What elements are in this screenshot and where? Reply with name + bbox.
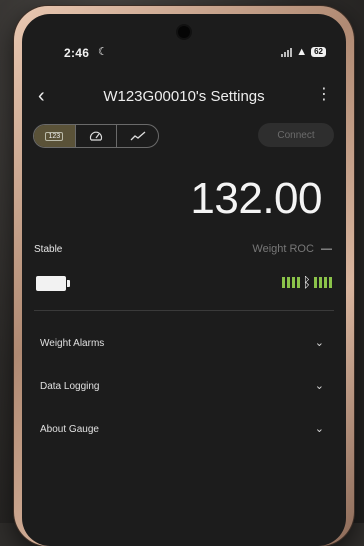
- gauge-icon: [89, 131, 103, 141]
- connection-indicator: ᛒ: [281, 274, 332, 290]
- back-icon[interactable]: ‹: [38, 86, 45, 106]
- weight-roc-value: —: [321, 243, 332, 255]
- bluetooth-icon: ᛒ: [302, 274, 311, 290]
- weight-alarms-section[interactable]: Weight Alarms ⌄: [22, 336, 346, 356]
- data-logging-section[interactable]: Data Logging ⌄: [22, 379, 346, 399]
- app-screen: 2:46 ☾ ▲ 62 ‹ W123G00010's Settings ⋮ 12…: [22, 14, 346, 546]
- wifi-icon: ▲: [296, 46, 308, 58]
- more-options-icon[interactable]: ⋮: [316, 86, 332, 104]
- weight-roc: Weight ROC —: [252, 243, 332, 255]
- weight-reading: 132.00: [190, 174, 322, 223]
- signal-bars-left: [281, 276, 300, 288]
- view-mode-tabs: 123: [33, 124, 159, 148]
- status-icons: ▲ 62: [281, 46, 326, 58]
- signal-bars-right: [314, 276, 332, 288]
- chevron-down-icon: ⌄: [314, 337, 324, 349]
- connect-button[interactable]: Connect: [258, 123, 334, 147]
- tab-numeric[interactable]: 123: [34, 125, 76, 147]
- moon-icon: ☾: [98, 46, 108, 58]
- data-logging-label: Data Logging: [40, 381, 100, 392]
- about-gauge-section[interactable]: About Gauge ⌄: [22, 422, 346, 442]
- page-title: W123G00010's Settings: [103, 88, 265, 105]
- tab-trend[interactable]: [117, 125, 158, 147]
- chevron-down-icon: ⌄: [314, 380, 324, 392]
- about-gauge-label: About Gauge: [40, 424, 99, 435]
- tab-gauge[interactable]: [76, 125, 118, 147]
- phone-frame: 2:46 ☾ ▲ 62 ‹ W123G00010's Settings ⋮ 12…: [14, 6, 354, 546]
- chevron-down-icon: ⌄: [314, 423, 324, 435]
- battery-level: 62: [311, 47, 326, 57]
- status-bar: 2:46 ☾ ▲ 62: [22, 44, 346, 62]
- weight-roc-label: Weight ROC: [252, 243, 314, 255]
- trend-icon: [130, 131, 146, 141]
- front-camera: [178, 26, 190, 38]
- stability-status: Stable: [34, 244, 63, 255]
- tab-numeric-label: 123: [45, 131, 64, 141]
- status-time: 2:46: [64, 46, 90, 60]
- cell-signal-icon: [281, 47, 293, 57]
- weight-alarms-label: Weight Alarms: [40, 338, 105, 349]
- app-header: ‹ W123G00010's Settings ⋮: [22, 86, 346, 110]
- device-battery-icon: [36, 276, 70, 291]
- divider: [34, 310, 334, 311]
